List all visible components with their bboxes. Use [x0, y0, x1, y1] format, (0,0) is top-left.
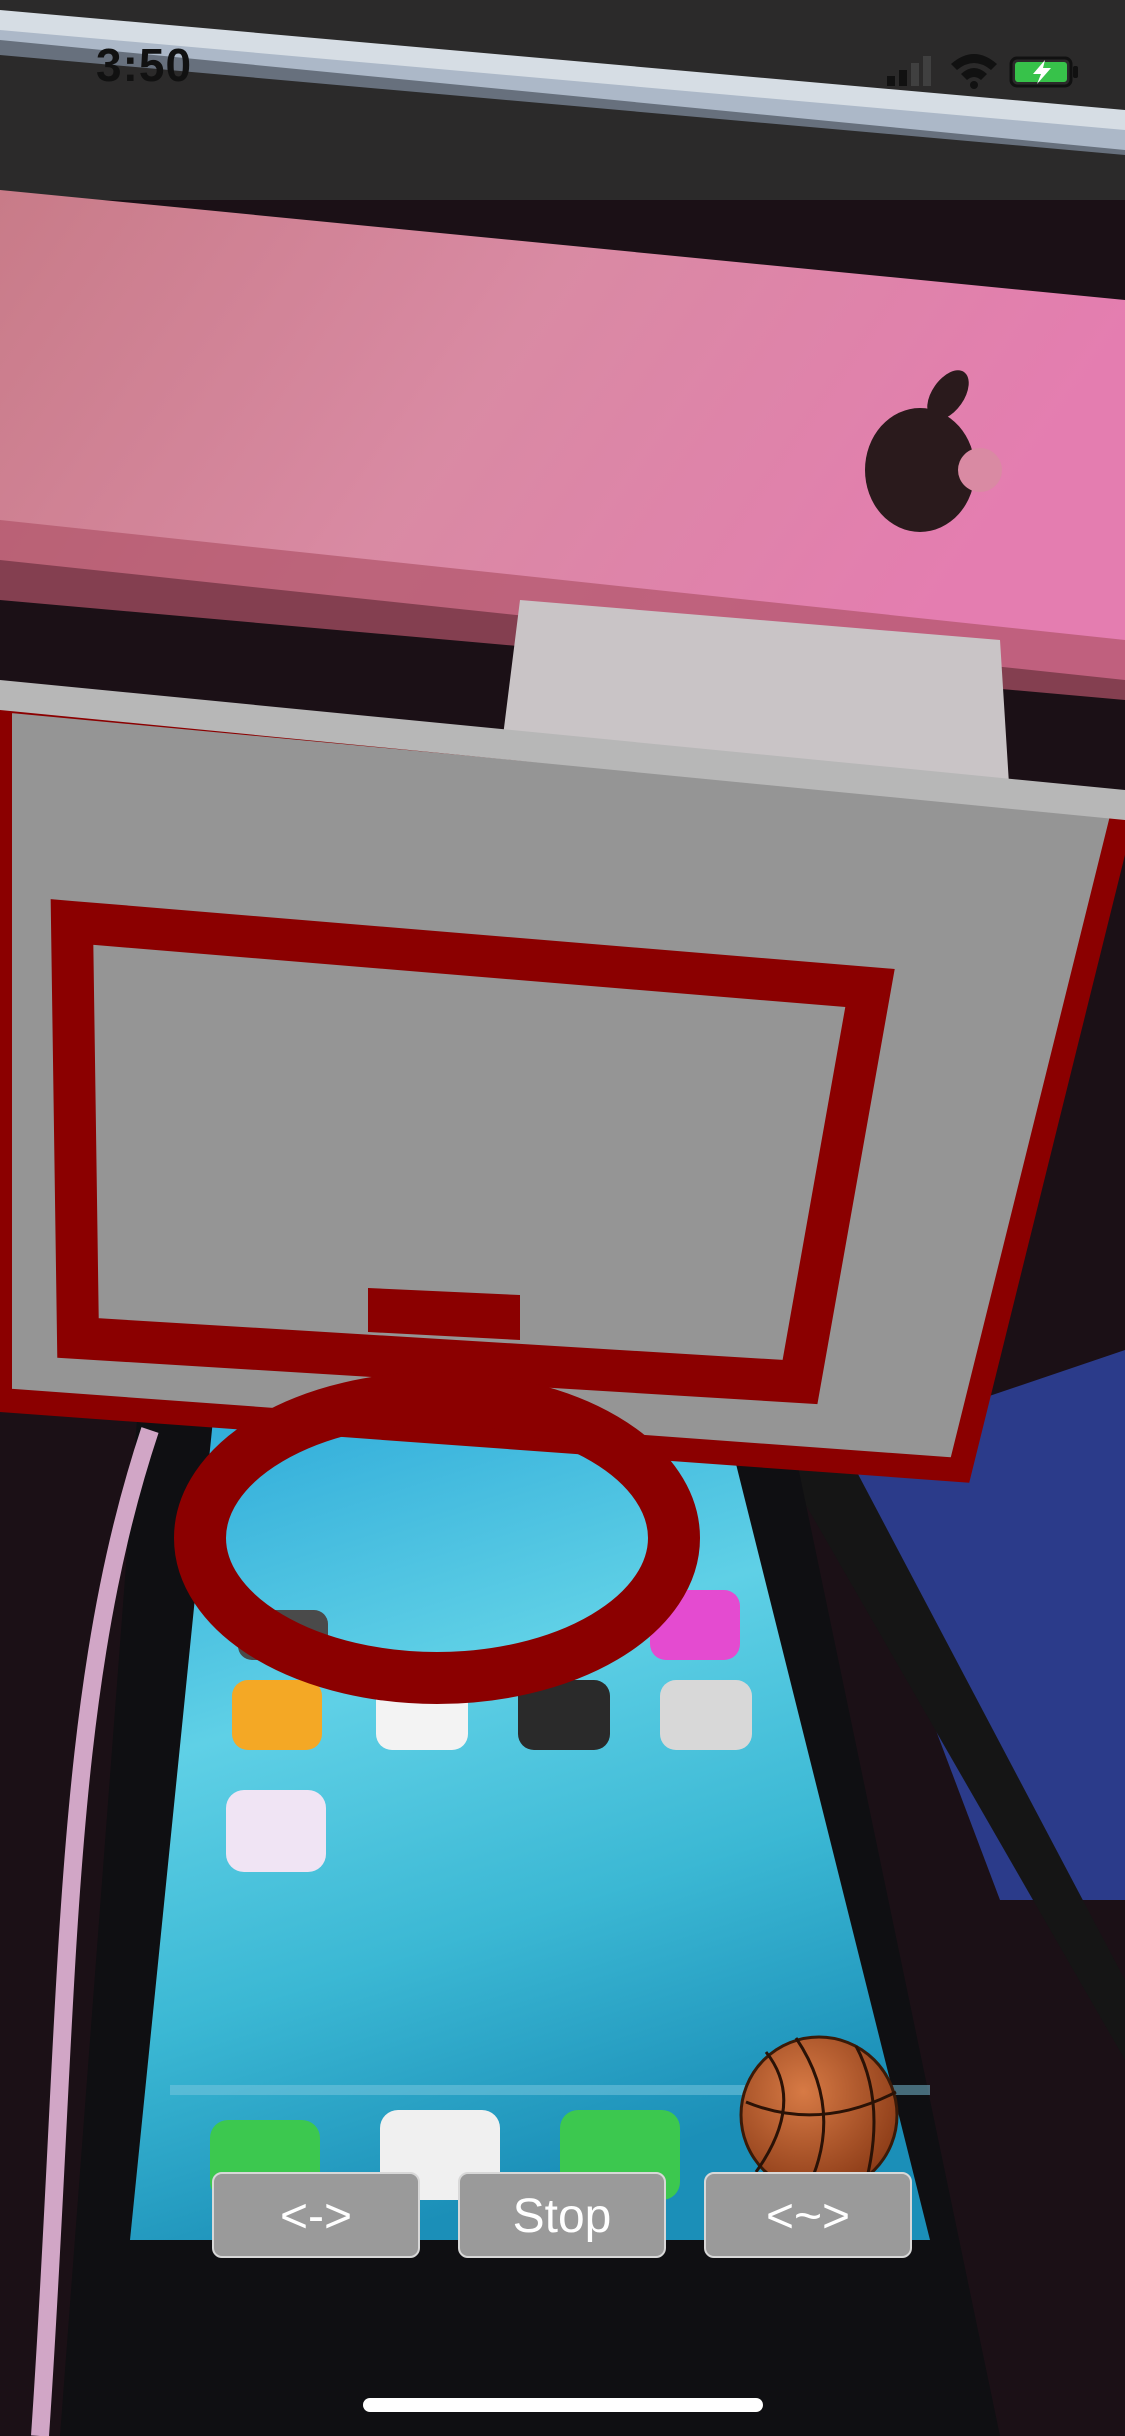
battery-charging-icon	[1009, 56, 1078, 88]
stop-button[interactable]: Stop	[458, 2172, 666, 2258]
move-left-right-button[interactable]: <->	[212, 2172, 420, 2258]
status-time: 3:50	[96, 39, 193, 91]
move-wave-button[interactable]: <~>	[704, 2172, 912, 2258]
ar-camera-scene	[0, 0, 1125, 2436]
status-icons	[887, 54, 1078, 89]
backboard	[0, 680, 1125, 1483]
signal-icon	[887, 56, 931, 86]
wifi-icon	[951, 54, 997, 89]
home-indicator[interactable]	[363, 2398, 763, 2412]
